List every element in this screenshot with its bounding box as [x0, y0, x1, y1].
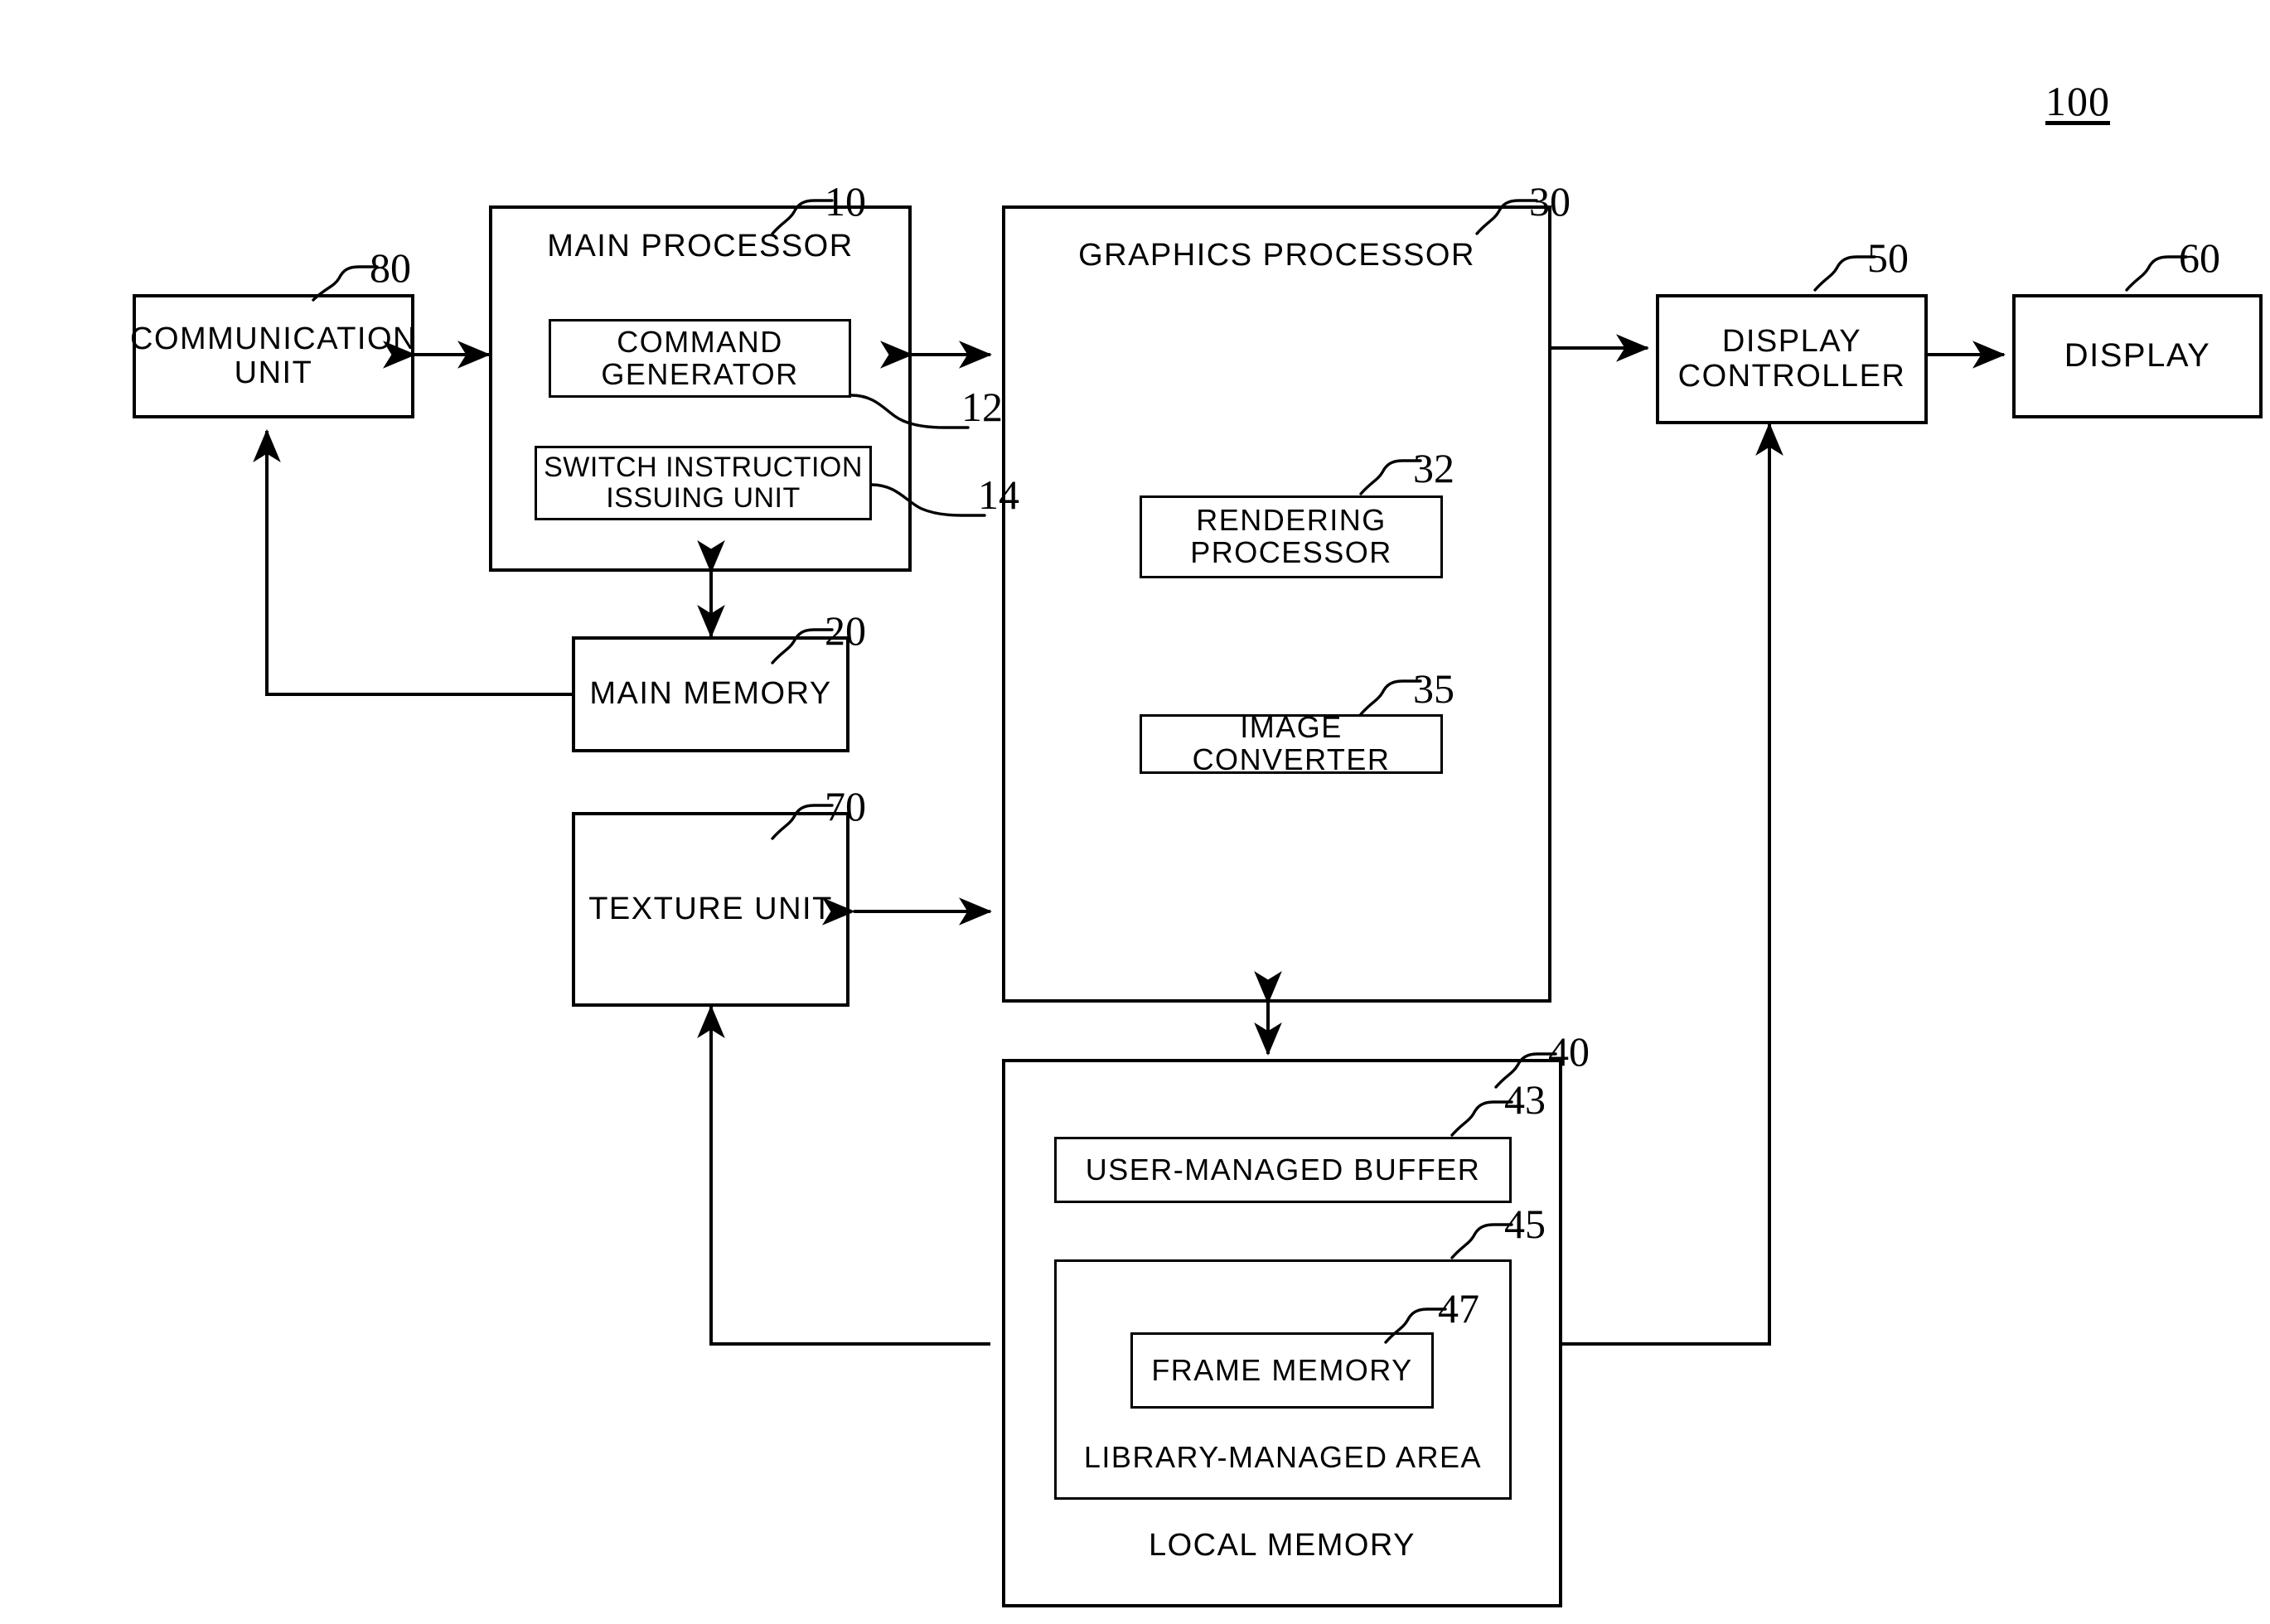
- ref-number-20: 20: [825, 607, 866, 654]
- ref-number-35: 35: [1413, 665, 1454, 712]
- block-main-memory: MAIN MEMORY: [572, 636, 849, 752]
- block-display-label: DISPLAY: [2064, 337, 2211, 375]
- block-image-converter: IMAGE CONVERTER: [1140, 710, 1443, 776]
- ref-number-47: 47: [1438, 1285, 1479, 1332]
- ref-number-12: 12: [961, 384, 1003, 430]
- ref-number-32: 32: [1413, 445, 1454, 491]
- ref-number-50: 50: [1867, 234, 1909, 281]
- figure-number: 100: [2045, 78, 2110, 124]
- block-display-controller-label: DISPLAY CONTROLLER: [1677, 324, 1906, 394]
- block-command-generator: COMMAND GENERATOR: [549, 319, 851, 398]
- block-main-processor-label: MAIN PROCESSOR: [547, 229, 854, 263]
- block-switch-instruction-issuing-unit: SWITCH INSTRUCTION ISSUING UNIT: [535, 446, 872, 520]
- ref-number-70: 70: [825, 783, 866, 829]
- block-user-managed-buffer-label: USER-MANAGED BUFFER: [1085, 1152, 1481, 1187]
- ref-number-30: 30: [1529, 178, 1571, 225]
- block-library-managed-area-label: LIBRARY-MANAGED AREA: [1083, 1440, 1483, 1474]
- block-rendering-processor: RENDERING PROCESSOR: [1140, 495, 1443, 578]
- block-image-converter-label: IMAGE CONVERTER: [1192, 710, 1391, 776]
- block-communication-unit-label: COMMUNICATION UNIT: [130, 321, 417, 390]
- block-switch-instruction-issuing-unit-label: SWITCH INSTRUCTION ISSUING UNIT: [544, 452, 863, 514]
- block-graphics-processor: [1002, 205, 1551, 1003]
- block-texture-unit: TEXTURE UNIT: [572, 812, 849, 1007]
- block-display: DISPLAY: [2012, 294, 2263, 418]
- patent-figure-canvas: 100 COMMUNICATION UNIT 80 MAIN PROCESSOR…: [0, 0, 2270, 1624]
- block-texture-unit-label: TEXTURE UNIT: [588, 891, 833, 926]
- ref-number-10: 10: [825, 178, 866, 225]
- ref-number-43: 43: [1504, 1076, 1546, 1123]
- block-command-generator-label: COMMAND GENERATOR: [601, 324, 799, 391]
- block-display-controller: DISPLAY CONTROLLER: [1656, 294, 1928, 424]
- ref-number-40: 40: [1548, 1028, 1590, 1075]
- block-communication-unit: COMMUNICATION UNIT: [130, 294, 417, 418]
- ref-number-60: 60: [2179, 234, 2220, 281]
- block-main-memory-label: MAIN MEMORY: [589, 676, 832, 712]
- block-user-managed-buffer: USER-MANAGED BUFFER: [1054, 1137, 1512, 1203]
- block-graphics-processor-label: GRAPHICS PROCESSOR: [1078, 238, 1475, 273]
- ref-number-80: 80: [370, 244, 411, 291]
- ref-number-45: 45: [1504, 1201, 1546, 1247]
- block-local-memory-label: LOCAL MEMORY: [1148, 1528, 1416, 1563]
- block-frame-memory-label: FRAME MEMORY: [1151, 1352, 1413, 1387]
- block-rendering-processor-label: RENDERING PROCESSOR: [1190, 503, 1392, 569]
- block-frame-memory: FRAME MEMORY: [1130, 1332, 1434, 1409]
